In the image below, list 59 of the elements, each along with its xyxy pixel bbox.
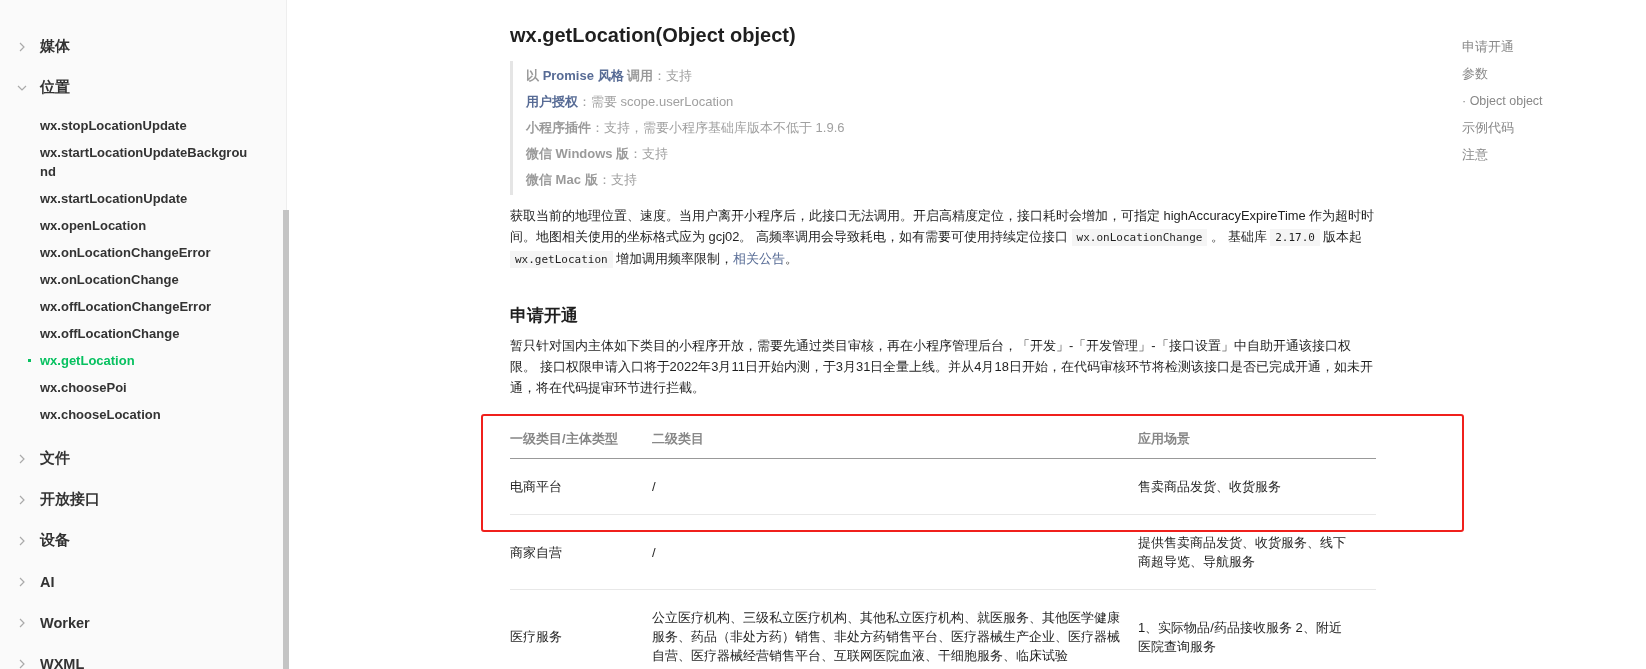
section-heading: 申请开通 <box>510 305 579 327</box>
sidebar-item[interactable]: wx.startLocationUpdate <box>0 185 256 212</box>
sidebar-category[interactable]: AI <box>0 561 286 602</box>
note-link[interactable]: Promise 风格 <box>542 68 624 83</box>
sidebar-item[interactable]: wx.onLocationChange <box>0 266 256 293</box>
chevron-icon <box>17 494 27 505</box>
section-paragraph: 暂只针对国内主体如下类目的小程序开放，需要先通过类目审核，再在小程序管理后台，「开发」-「开发管理」-「接口设置」中自助开通该接口权限。 接口权限申请入口将于2022年3月11日开始内测，于3月31日全量上线。并从4月18日开始，在代码审核环节将检测该接口是否已完成开通，如未开通，将在代码提审环节进行拦截。 <box>510 337 1374 397</box>
chevron-icon <box>17 453 27 464</box>
column-header: 应用场景 <box>1138 420 1376 459</box>
toc-link[interactable]: 示例代码 <box>1462 119 1543 138</box>
sidebar-item[interactable]: wx.startLocationUpdateBackground <box>0 139 256 185</box>
table-cell: 1、实际物品/药品接收服务 2、附近医院查询服务 <box>1138 589 1376 669</box>
sidebar-item[interactable]: wx.choosePoi <box>0 374 256 401</box>
toc-link[interactable]: 注意 <box>1462 146 1543 165</box>
chevron-icon <box>17 617 27 628</box>
sidebar-category[interactable]: 开放接口 <box>0 479 286 520</box>
sidebar-category[interactable]: 位置 <box>0 67 286 108</box>
description-paragraph: 获取当前的地理位置、速度。当用户离开小程序后，此接口无法调用。开启高精度定位，接口耗时会增加，可指定 highAccuracyExpireTime 作为超时时间。地图相关使用的坐标格式应为 gcj02。 高频率调用会导致耗电，如有需要可使用持续定位接口 wx.onLocationChange 。 基础库 2.17.0 版本起 wx.getLocation 增加调用频率限制，相关公告。 <box>510 207 1376 270</box>
table-cell: 售卖商品发货、收货服务 <box>1138 458 1376 515</box>
table-cell: 医疗服务 <box>510 589 652 669</box>
table-cell: / <box>652 458 1138 515</box>
chevron-icon <box>17 535 27 546</box>
sidebar-item[interactable]: wx.openLocation <box>0 212 256 239</box>
column-header: 一级类目/主体类型 <box>510 420 652 459</box>
sidebar-category[interactable]: 设备 <box>0 520 286 561</box>
page-title: wx.getLocation(Object object) <box>510 24 797 47</box>
chevron-icon <box>17 576 27 587</box>
announcement-link[interactable]: 相关公告 <box>733 251 786 266</box>
sidebar-item[interactable]: wx.onLocationChangeError <box>0 239 256 266</box>
sidebar-item[interactable]: wx.offLocationChangeError <box>0 293 256 320</box>
support-note: 以 Promise 风格 调用：支持 <box>526 67 694 85</box>
sidebar-item[interactable]: wx.chooseLocation <box>0 401 256 428</box>
sidebar-item[interactable]: wx.offLocationChange <box>0 320 256 347</box>
support-note: 用户授权：需要 scope.userLocation <box>526 93 735 111</box>
inline-code: 2.17.0 <box>1270 229 1320 246</box>
toc-link[interactable]: 参数 <box>1462 65 1543 84</box>
support-note: 微信 Windows 版：支持 <box>526 145 670 163</box>
chevron-icon <box>17 658 27 669</box>
inline-code: wx.getLocation <box>510 251 613 268</box>
sidebar-category[interactable]: Worker <box>0 602 286 643</box>
support-note: 小程序插件：支持，需要小程序基础库版本不低于 1.9.6 <box>526 119 846 137</box>
support-note: 微信 Mac 版：支持 <box>526 171 638 189</box>
inline-code: wx.onLocationChange <box>1071 229 1208 246</box>
table-cell: 公立医疗机构、三级私立医疗机构、其他私立医疗机构、就医服务、其他医学健康服务、药品（非处方药）销售、非处方药销售平台、医疗器械生产企业、医疗器械自营、医疗器械经营销售平台、互联网医院血液、干细胞服务、临床试验 <box>652 589 1138 669</box>
bullet-icon <box>28 359 31 362</box>
column-header: 二级类目 <box>652 420 1138 459</box>
sidebar-category[interactable]: 媒体 <box>0 26 286 67</box>
chevron-icon <box>17 41 27 52</box>
sidebar-item[interactable]: wx.stopLocationUpdate <box>0 112 256 139</box>
table-cell: 电商平台 <box>510 458 652 515</box>
sidebar-category[interactable]: WXML <box>0 643 286 669</box>
note-link[interactable]: 用户授权 <box>526 94 578 109</box>
table-cell: 提供售卖商品发货、收货服务、线下商超导览、导航服务 <box>1138 514 1376 590</box>
toc-link[interactable]: 申请开通 <box>1462 38 1543 57</box>
toc-link[interactable]: · Object object <box>1462 92 1543 111</box>
table-cell: 商家自营 <box>510 514 652 590</box>
sidebar-category[interactable]: 文件 <box>0 438 286 479</box>
table-cell: / <box>652 514 1138 590</box>
scrollbar-thumb[interactable] <box>283 210 289 669</box>
